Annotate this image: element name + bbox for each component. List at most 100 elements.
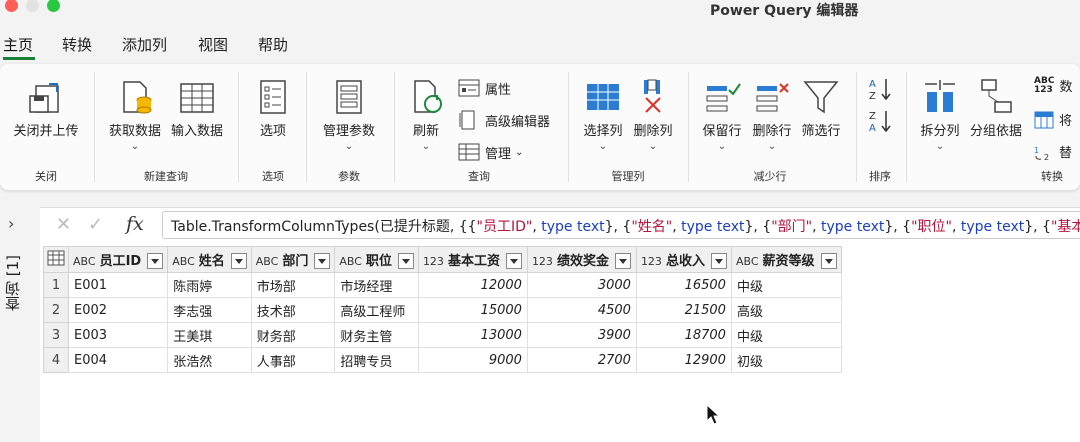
get-data-button[interactable]: 获取数据 ⌄	[106, 78, 164, 152]
cancel-formula-button[interactable]: ✕	[56, 214, 71, 235]
table-cell[interactable]: 中级	[730, 322, 842, 348]
number-type-icon[interactable]: 123	[423, 255, 444, 268]
refresh-icon	[414, 80, 442, 113]
column-header[interactable]: ABC 薪资等级	[730, 246, 842, 273]
replace-values-button[interactable]: 1 2 替	[1034, 142, 1072, 162]
group-label-manage-columns: 管理列	[611, 170, 645, 183]
table-cell[interactable]: 人事部	[250, 347, 336, 373]
table-cell[interactable]: 9000	[417, 347, 528, 373]
minimize-window-button[interactable]	[26, 0, 39, 12]
column-dropdown[interactable]	[710, 253, 727, 270]
table-cell[interactable]: 18700	[635, 322, 732, 348]
table-cell[interactable]: 3900	[526, 322, 637, 348]
table-cell[interactable]: 财务主管	[334, 322, 419, 348]
close-window-button[interactable]	[5, 0, 18, 12]
text-type-icon[interactable]: ABC	[73, 255, 96, 268]
text-type-icon[interactable]: ABC	[256, 255, 279, 268]
keep-rows-button[interactable]: 保留行 ⌄	[698, 78, 746, 152]
options-button[interactable]: 选项	[250, 78, 296, 139]
table-cell[interactable]: E004	[67, 347, 169, 373]
function-icon[interactable]: fx	[126, 213, 144, 235]
table-cell[interactable]: 4500	[526, 297, 637, 323]
advanced-editor-button[interactable]: 高级编辑器	[458, 110, 550, 130]
column-dropdown[interactable]	[230, 253, 247, 270]
number-type-icon[interactable]: 123	[641, 255, 662, 268]
table-cell[interactable]: 技术部	[250, 297, 336, 323]
refresh-button[interactable]: 刷新 ⌄	[404, 78, 448, 152]
queries-pane	[0, 205, 36, 442]
formula-input[interactable]: Table.TransformColumnTypes(已提升标题, {{"员工I…	[162, 211, 1080, 239]
table-cell[interactable]: 21500	[635, 297, 732, 323]
sort-ascending-button[interactable]: A Z	[866, 76, 894, 102]
table-cell[interactable]: 财务部	[250, 322, 336, 348]
filter-rows-button[interactable]: 筛选行	[798, 78, 844, 139]
table-cell[interactable]: 市场部	[250, 272, 336, 298]
column-header[interactable]: ABC 职位	[334, 246, 419, 273]
tab-add-column[interactable]: 添加列	[122, 34, 167, 55]
text-type-icon[interactable]: ABC	[339, 255, 362, 268]
row-number[interactable]: 2	[43, 297, 69, 323]
table-cell[interactable]: 市场经理	[334, 272, 419, 298]
table-cell[interactable]: E003	[67, 322, 169, 348]
row-number[interactable]: 4	[43, 347, 69, 373]
group-by-button[interactable]: 分组依据	[966, 78, 1026, 139]
table-cell[interactable]: 中级	[730, 272, 842, 298]
column-header[interactable]: 123 绩效奖金	[526, 246, 637, 273]
maximize-window-button[interactable]	[47, 0, 60, 12]
remove-rows-button[interactable]: 删除行 ⌄	[748, 78, 796, 152]
enter-data-button[interactable]: 输入数据	[168, 78, 226, 139]
table-cell[interactable]: 高级	[730, 297, 842, 323]
column-dropdown[interactable]	[314, 253, 331, 270]
column-dropdown[interactable]	[397, 253, 414, 270]
sort-descending-button[interactable]: Z A	[866, 108, 894, 134]
table-cell[interactable]: 李志强	[167, 297, 252, 323]
tab-transform[interactable]: 转换	[62, 34, 92, 55]
table-cell[interactable]: 15000	[417, 297, 528, 323]
table-cell[interactable]: 12900	[635, 347, 732, 373]
column-dropdown[interactable]	[820, 253, 837, 270]
queries-pane-label[interactable]: 查询 [1]	[2, 255, 22, 311]
column-header[interactable]: ABC 姓名	[167, 246, 252, 273]
text-type-icon[interactable]: ABC	[736, 255, 759, 268]
manage-button[interactable]: 管理 ⌄	[458, 142, 523, 162]
tab-home[interactable]: 主页	[3, 34, 33, 55]
column-header[interactable]: ABC 部门	[250, 246, 336, 273]
split-column-button[interactable]: 拆分列 ⌄	[914, 78, 966, 152]
table-cell[interactable]: 3000	[526, 272, 637, 298]
table-cell[interactable]: 陈雨婷	[167, 272, 252, 298]
column-header[interactable]: 123 基本工资	[417, 246, 528, 273]
table-cell[interactable]: 高级工程师	[334, 297, 419, 323]
table-cell[interactable]: 12000	[417, 272, 528, 298]
column-header[interactable]: 123 总收入	[635, 246, 732, 273]
chevron-right-icon[interactable]: ›	[8, 214, 14, 233]
column-header[interactable]: ABC 员工ID	[67, 246, 169, 273]
table-cell[interactable]: 初级	[730, 347, 842, 373]
tab-help[interactable]: 帮助	[258, 34, 288, 55]
use-first-row-button[interactable]: 将	[1034, 110, 1072, 129]
group-separator	[856, 72, 857, 182]
table-cell[interactable]: 招聘专员	[334, 347, 419, 373]
table-cell[interactable]: E002	[67, 297, 169, 323]
column-dropdown[interactable]	[614, 253, 631, 270]
table-cell[interactable]: E001	[67, 272, 169, 298]
tab-view[interactable]: 视图	[198, 34, 228, 55]
column-dropdown[interactable]	[147, 253, 164, 270]
table-cell[interactable]: 张浩然	[167, 347, 252, 373]
table-cell[interactable]: 王美琪	[167, 322, 252, 348]
select-all-table-icon[interactable]	[43, 246, 69, 273]
column-dropdown[interactable]	[505, 253, 522, 270]
table-cell[interactable]: 2700	[526, 347, 637, 373]
remove-columns-button[interactable]: 删除列 ⌄	[630, 78, 676, 152]
manage-parameters-button[interactable]: 管理参数 ⌄	[316, 78, 382, 152]
text-type-icon[interactable]: ABC	[172, 255, 195, 268]
choose-columns-button[interactable]: 选择列 ⌄	[578, 78, 628, 152]
confirm-formula-button[interactable]: ✓	[88, 214, 103, 235]
table-cell[interactable]: 16500	[635, 272, 732, 298]
properties-button[interactable]: 属性	[458, 78, 511, 98]
row-number[interactable]: 1	[43, 272, 69, 298]
data-type-button[interactable]: ABC 123 数	[1034, 76, 1072, 95]
table-cell[interactable]: 13000	[417, 322, 528, 348]
close-and-upload-button[interactable]: 关闭并上传	[10, 78, 82, 139]
row-number[interactable]: 3	[43, 322, 69, 348]
number-type-icon[interactable]: 123	[532, 255, 553, 268]
